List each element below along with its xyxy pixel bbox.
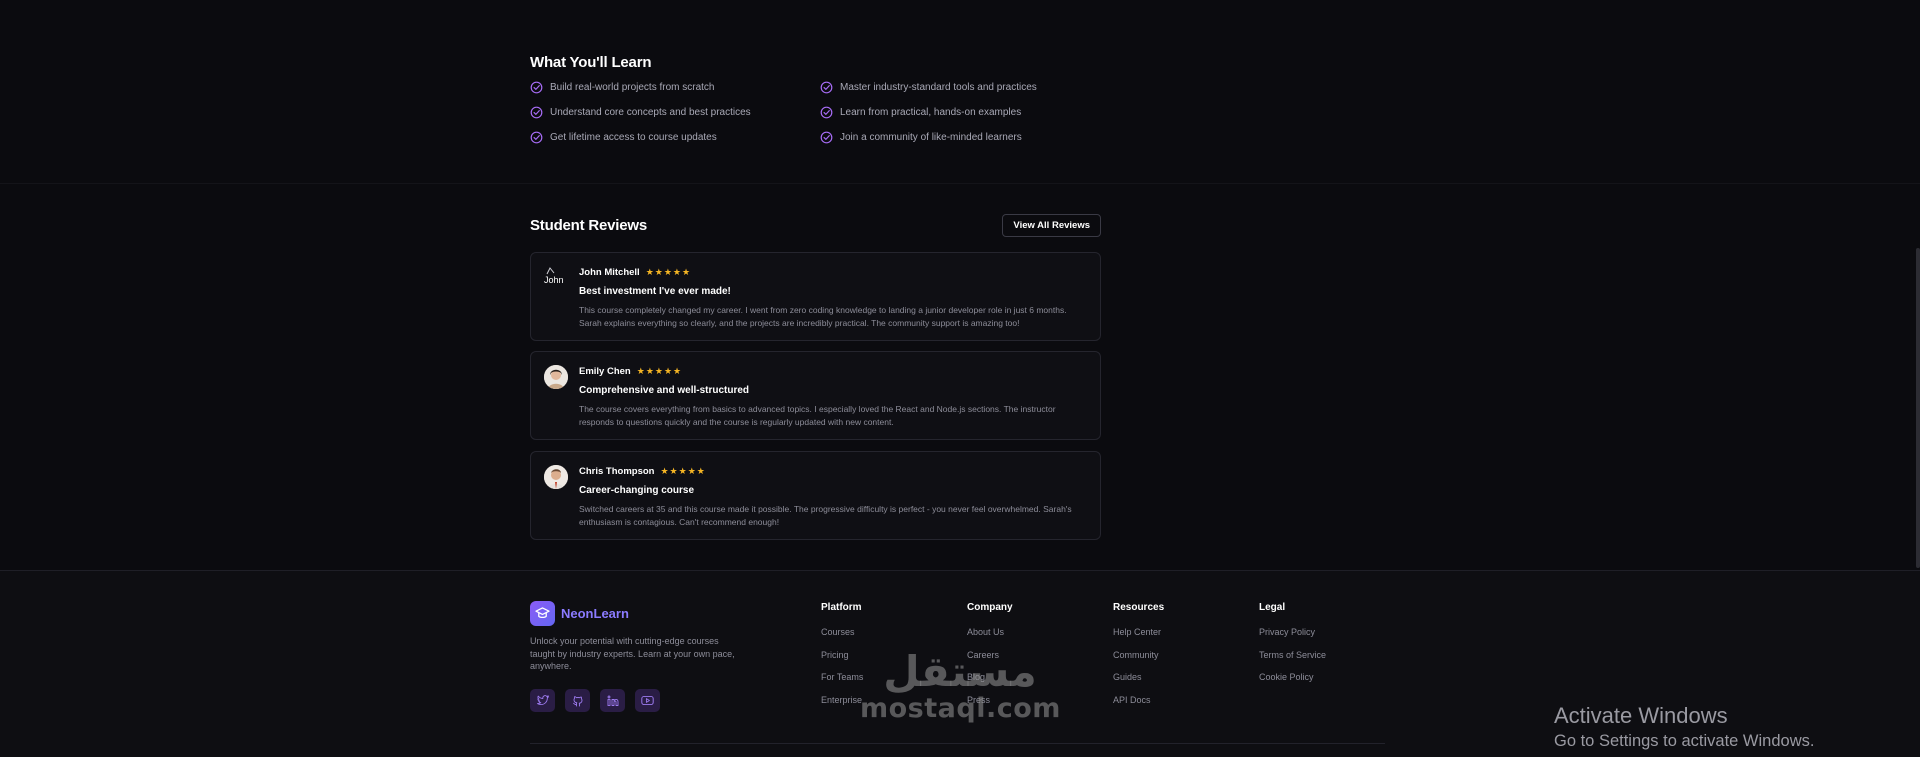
footer-column-title: Resources	[1113, 602, 1165, 613]
check-circle-icon	[820, 131, 833, 144]
footer-link-blog[interactable]: Blog	[967, 671, 1013, 684]
learn-item-label: Master industry-standard tools and pract…	[840, 82, 1037, 93]
activate-windows-subtitle: Go to Settings to activate Windows.	[1554, 732, 1815, 750]
section-title: Student Reviews	[530, 217, 648, 234]
check-circle-icon	[530, 81, 543, 94]
footer-column-legal: Legal Privacy Policy Terms of Service Co…	[1259, 602, 1326, 694]
learn-item: Join a community of like-minded learners	[820, 130, 1110, 145]
footer-link-pricing[interactable]: Pricing	[821, 649, 863, 662]
footer-link-about-us[interactable]: About Us	[967, 626, 1013, 639]
brand[interactable]: NeonLearn	[530, 601, 629, 626]
avatar	[544, 465, 568, 489]
footer-link-privacy-policy[interactable]: Privacy Policy	[1259, 626, 1326, 639]
activate-windows-notice: Activate Windows Go to Settings to activ…	[1554, 702, 1814, 752]
activate-windows-title: Activate Windows	[1554, 703, 1728, 728]
learn-item-label: Learn from practical, hands-on examples	[840, 107, 1022, 118]
learn-item: Understand core concepts and best practi…	[530, 105, 820, 120]
youtube-icon[interactable]	[635, 689, 660, 712]
footer-link-community[interactable]: Community	[1113, 649, 1164, 662]
review-header: John Mitchell ★★★★★	[579, 267, 1086, 278]
footer-column-company: Company About Us Careers Blog Press	[967, 602, 1013, 716]
page: What You'll Learn Build real-world proje…	[0, 0, 1920, 757]
footer-column-platform: Platform Courses Pricing For Teams Enter…	[821, 602, 863, 716]
learn-item-label: Join a community of like-minded learners	[840, 132, 1022, 143]
footer-column-resources: Resources Help Center Community Guides A…	[1113, 602, 1164, 716]
what-youll-learn-section: What You'll Learn Build real-world proje…	[530, 54, 1100, 145]
footer-column-title: Legal	[1259, 602, 1286, 613]
section-title: What You'll Learn	[530, 54, 652, 71]
footer-link-cookie-policy[interactable]: Cookie Policy	[1259, 671, 1326, 684]
avatar	[544, 365, 568, 389]
reviewer-name: Emily Chen	[579, 366, 631, 377]
review-text: The course covers everything from basics…	[579, 404, 1056, 427]
view-all-reviews-button[interactable]: View All Reviews	[1002, 214, 1101, 237]
brand-name: NeonLearn	[561, 606, 629, 621]
review-card: John John Mitchell ★★★★★ Best investment…	[530, 252, 1101, 341]
learn-item-label: Build real-world projects from scratch	[550, 82, 715, 93]
footer-column-title: Company	[967, 602, 1013, 613]
review-card: Chris Thompson ★★★★★ Career-changing cou…	[530, 451, 1101, 540]
footer-link-enterprise[interactable]: Enterprise	[821, 694, 863, 707]
footer-link-guides[interactable]: Guides	[1113, 671, 1164, 684]
check-circle-icon	[530, 131, 543, 144]
check-circle-icon	[820, 106, 833, 119]
footer-link-press[interactable]: Press	[967, 694, 1013, 707]
footer-bottom-divider	[530, 743, 1385, 744]
review-title: Comprehensive and well-structured	[579, 385, 750, 396]
footer-link-help-center[interactable]: Help Center	[1113, 626, 1164, 639]
avatar-photo	[544, 365, 568, 389]
review-header: Emily Chen ★★★★★	[579, 366, 1086, 377]
check-circle-icon	[820, 81, 833, 94]
learn-item: Get lifetime access to course updates	[530, 130, 820, 145]
social-links	[530, 689, 660, 712]
avatar-photo	[544, 465, 568, 489]
scrollbar-thumb[interactable]	[1916, 248, 1920, 568]
learn-item: Build real-world projects from scratch	[530, 80, 820, 95]
learn-item: Learn from practical, hands-on examples	[820, 105, 1110, 120]
review-title: Best investment I've ever made!	[579, 286, 731, 297]
reviewer-name: Chris Thompson	[579, 466, 655, 477]
footer-link-courses[interactable]: Courses	[821, 626, 863, 639]
section-divider	[0, 183, 1920, 184]
learn-item-label: Understand core concepts and best practi…	[550, 107, 751, 118]
github-icon[interactable]	[565, 689, 590, 712]
graduation-cap-icon	[530, 601, 555, 626]
avatar-alt-text: John	[544, 275, 564, 285]
star-rating: ★★★★★	[660, 466, 706, 476]
footer-link-for-teams[interactable]: For Teams	[821, 671, 863, 684]
footer-column-title: Platform	[821, 602, 862, 613]
review-body: John Mitchell ★★★★★ Best investment I've…	[579, 267, 1086, 329]
review-body: Emily Chen ★★★★★ Comprehensive and well-…	[579, 366, 1086, 428]
footer-link-api-docs[interactable]: API Docs	[1113, 694, 1164, 707]
brand-description: Unlock your potential with cutting-edge …	[530, 636, 735, 671]
learn-item: Master industry-standard tools and pract…	[820, 80, 1110, 95]
avatar: John	[544, 266, 568, 290]
reviews-header: Student Reviews View All Reviews	[530, 214, 1101, 237]
reviewer-name: John Mitchell	[579, 267, 640, 278]
twitter-icon[interactable]	[530, 689, 555, 712]
learn-list: Build real-world projects from scratch M…	[530, 80, 1100, 145]
linkedin-icon[interactable]	[600, 689, 625, 712]
learn-item-label: Get lifetime access to course updates	[550, 132, 717, 143]
review-text: Switched careers at 35 and this course m…	[579, 504, 1072, 527]
footer-link-careers[interactable]: Careers	[967, 649, 1013, 662]
star-rating: ★★★★★	[645, 267, 692, 277]
broken-image-icon	[546, 267, 555, 275]
review-header: Chris Thompson ★★★★★	[579, 466, 1086, 477]
review-body: Chris Thompson ★★★★★ Career-changing cou…	[579, 466, 1086, 528]
review-card: Emily Chen ★★★★★ Comprehensive and well-…	[530, 351, 1101, 440]
review-title: Career-changing course	[579, 485, 695, 496]
check-circle-icon	[530, 106, 543, 119]
footer-link-terms-of-service[interactable]: Terms of Service	[1259, 649, 1326, 662]
star-rating: ★★★★★	[636, 366, 683, 376]
review-text: This course completely changed my career…	[579, 305, 1067, 328]
